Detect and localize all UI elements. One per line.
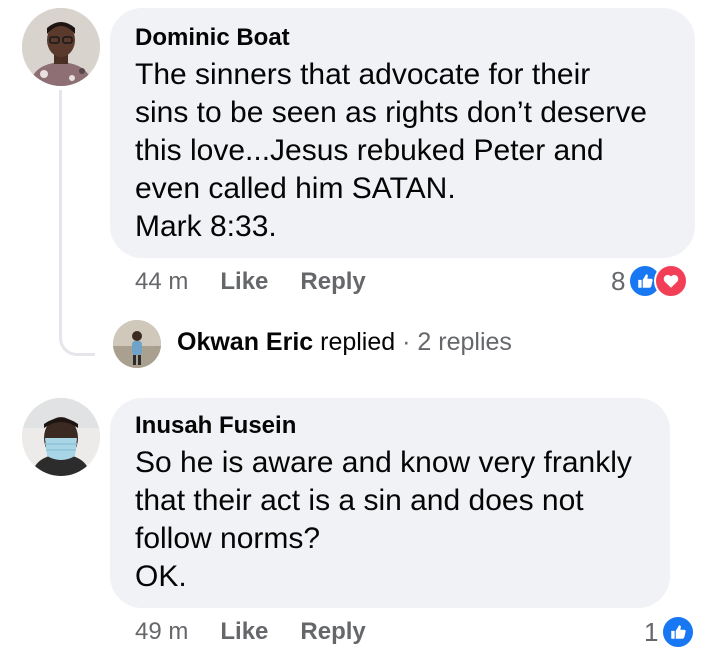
comment-timestamp[interactable]: 49 m — [135, 618, 188, 646]
comment-bubble: Inusah Fusein So he is aware and know ve… — [110, 398, 670, 608]
comment-timestamp[interactable]: 44 m — [135, 268, 188, 296]
comment-actions: 49 m Like Reply — [135, 618, 398, 646]
comment-text: So he is aware and know very frankly tha… — [135, 446, 632, 593]
comment-bubble: Dominic Boat The sinners that advocate f… — [110, 8, 695, 258]
reply-button[interactable]: Reply — [300, 268, 365, 296]
reaction-summary[interactable]: 8 — [611, 264, 689, 298]
reply-verb: replied — [320, 328, 396, 356]
avatar-dominic-boat[interactable] — [22, 8, 100, 86]
comment-author[interactable]: Dominic Boat — [135, 24, 671, 52]
reaction-count: 1 — [644, 616, 659, 647]
like-button[interactable]: Like — [220, 268, 268, 296]
reply-button[interactable]: Reply — [300, 618, 365, 646]
comment-author[interactable]: Inusah Fusein — [135, 412, 646, 440]
avatar-inusah-fusein[interactable] — [22, 398, 100, 476]
reply-thread-line — [59, 90, 95, 356]
avatar-okwan-eric[interactable] — [113, 320, 161, 368]
reply-count: 2 replies — [417, 328, 512, 356]
comment-actions: 44 m Like Reply — [135, 268, 398, 296]
reply-author: Okwan Eric — [177, 328, 314, 356]
view-replies-link[interactable]: Okwan Eric replied · 2 replies — [177, 326, 512, 358]
reaction-count: 8 — [611, 265, 626, 296]
reply-separator: · — [402, 328, 411, 356]
like-icon — [661, 615, 696, 649]
reaction-summary[interactable]: 1 — [644, 615, 696, 649]
like-button[interactable]: Like — [220, 618, 268, 646]
comment-text: The sinners that advocate for their sins… — [135, 58, 647, 243]
love-icon — [654, 264, 689, 298]
